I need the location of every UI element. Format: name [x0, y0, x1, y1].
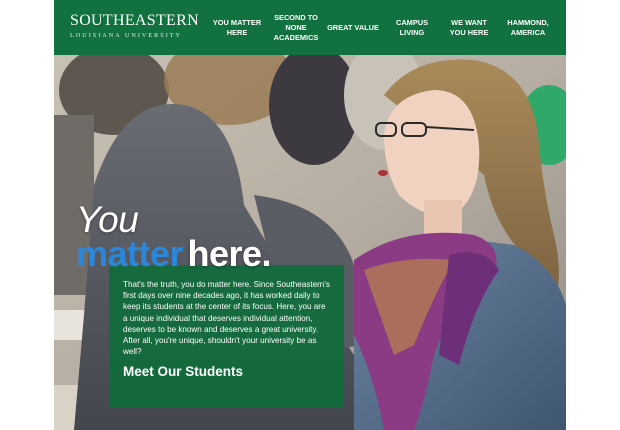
nav-item-we-want-you-here[interactable]: WE WANT YOU HERE: [444, 0, 494, 55]
nav-item-academics[interactable]: SECOND TO NONE ACADEMICS: [272, 0, 320, 55]
landing-page: SOUTHEASTERN LOUISIANA UNIVERSITY YOU MA…: [54, 0, 566, 430]
intro-paragraph: That's the truth, you do matter here. Si…: [123, 280, 330, 357]
nav-item-you-matter-here[interactable]: YOU MATTER HERE: [212, 0, 262, 55]
headline-you: You: [76, 199, 139, 240]
nav-item-great-value[interactable]: GREAT VALUE: [327, 0, 379, 55]
intro-panel: That's the truth, you do matter here. Si…: [109, 265, 344, 408]
headline-line-two: matter here.: [76, 236, 272, 272]
hero-headline: You matter here.: [76, 199, 272, 272]
headline-matter: matter: [76, 233, 184, 274]
nav-item-campus-living[interactable]: CAMPUS LIVING: [384, 0, 440, 55]
site-header: SOUTHEASTERN LOUISIANA UNIVERSITY YOU MA…: [54, 0, 566, 55]
headline-here: here.: [187, 233, 272, 274]
meet-our-students-link[interactable]: Meet Our Students: [123, 364, 243, 379]
nav-item-hammond-america[interactable]: HAMMOND, AMERICA: [501, 0, 555, 55]
main-nav: YOU MATTER HERE SECOND TO NONE ACADEMICS…: [54, 0, 566, 55]
